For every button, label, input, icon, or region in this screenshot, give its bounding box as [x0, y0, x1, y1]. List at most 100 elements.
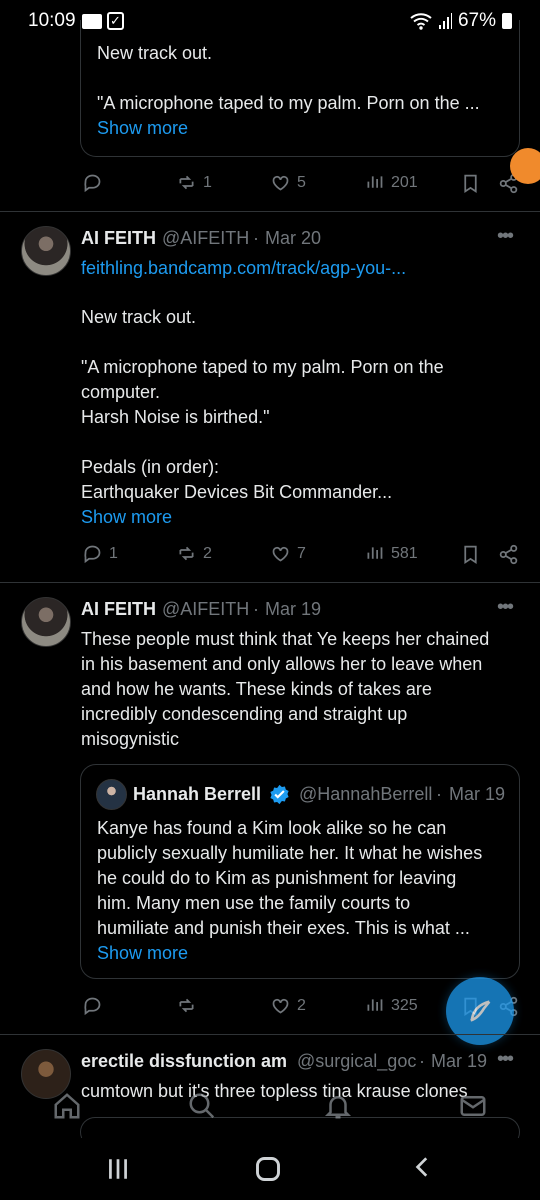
- like-count: 7: [297, 544, 306, 562]
- quoted-post-line: "A microphone taped to my palm. Porn on …: [97, 93, 480, 113]
- reply-button[interactable]: [82, 995, 109, 1016]
- repost-button[interactable]: 1: [176, 172, 212, 193]
- post-text-line: in his basement and only allows her to l…: [81, 654, 483, 674]
- post-link[interactable]: feithling.bandcamp.com/track/agp-you-...: [81, 256, 406, 281]
- like-icon: [272, 546, 289, 562]
- more-icon[interactable]: •••: [497, 1048, 514, 1071]
- like-icon: [272, 998, 289, 1014]
- home-nav-icon[interactable]: [254, 1155, 282, 1183]
- app-tab-bar: [0, 1083, 540, 1138]
- author-name[interactable]: AI FEITH: [81, 228, 156, 249]
- show-more-link[interactable]: Show more: [97, 116, 188, 141]
- meta-separator: ·: [253, 599, 259, 619]
- avatar[interactable]: [21, 226, 71, 276]
- post-divider: [0, 1034, 540, 1035]
- view-count: 581: [391, 544, 418, 562]
- author-name[interactable]: AI FEITH: [81, 599, 156, 620]
- reply-icon: [84, 174, 101, 193]
- quoted-post-line: Kanye has found a Kim look alike so he c…: [97, 818, 447, 838]
- notifications-icon[interactable]: [323, 1091, 353, 1121]
- reply-count: 1: [109, 544, 118, 562]
- search-icon[interactable]: [187, 1091, 217, 1121]
- post-text-line: Harsh Noise is birthed.": [81, 407, 270, 427]
- quoted-post-line: publicly sexually humiliate her. It what…: [97, 843, 483, 863]
- like-button[interactable]: 2: [270, 995, 306, 1016]
- quoted-avatar: [96, 779, 127, 810]
- like-icon: [272, 175, 289, 191]
- post-actions: 1 5 201: [80, 170, 530, 198]
- reply-icon: [84, 997, 101, 1016]
- post-divider: [0, 211, 540, 212]
- meta-separator: ·: [253, 228, 259, 248]
- post-text-line: "A microphone taped to my palm. Porn on …: [81, 357, 444, 377]
- view-count: 201: [391, 173, 418, 191]
- repost-count: 2: [203, 544, 212, 562]
- quoted-post-line: he could do to Kim as punishment for lea…: [97, 868, 457, 888]
- view-count: 325: [391, 996, 418, 1014]
- verified-badge-icon: [270, 784, 289, 805]
- views-button[interactable]: 325: [364, 995, 418, 1016]
- quoted-post-card[interactable]: Hannah Berrell @HannahBerrell · Mar 19 K…: [80, 764, 520, 979]
- post-text-line: Earthquaker Devices Bit Commander...: [81, 482, 393, 502]
- reply-button[interactable]: 1: [82, 543, 118, 564]
- post-date: Mar 19: [265, 599, 322, 619]
- repost-icon: [179, 998, 194, 1013]
- post-text-line: These people must think that Ye keeps he…: [81, 629, 490, 649]
- post-text-line: New track out.: [81, 307, 197, 327]
- like-button[interactable]: 5: [270, 172, 306, 193]
- post-date: Mar 19: [431, 1051, 488, 1071]
- quoted-meta-separator: ·: [436, 784, 442, 804]
- author-handle[interactable]: @AIFEITH: [162, 599, 249, 620]
- author-handle[interactable]: @surgical_goc: [297, 1051, 416, 1072]
- avatar[interactable]: [21, 597, 71, 647]
- repost-button[interactable]: 2: [176, 543, 212, 564]
- post-divider: [0, 582, 540, 583]
- views-button[interactable]: 581: [364, 543, 418, 564]
- author-handle[interactable]: @AIFEITH: [162, 228, 249, 249]
- recent-apps-icon[interactable]: [105, 1156, 131, 1182]
- like-count: 5: [297, 173, 306, 191]
- post-text-line: misogynistic: [81, 729, 180, 749]
- share-icon[interactable]: [498, 544, 519, 565]
- bookmark-icon[interactable]: [460, 173, 481, 194]
- post-text-line: Pedals (in order):: [81, 457, 220, 477]
- show-more-link[interactable]: Show more: [81, 505, 172, 530]
- back-icon[interactable]: [410, 1154, 436, 1180]
- like-button[interactable]: 7: [270, 543, 306, 564]
- post-text-line: incredibly condescending and straight up: [81, 704, 408, 724]
- more-icon[interactable]: •••: [497, 596, 514, 619]
- post-text-line: computer.: [81, 382, 161, 402]
- post-text-line: and how he wants. These kinds of takes a…: [81, 679, 432, 699]
- meta-separator: ·: [419, 1051, 425, 1071]
- quoted-post-line: him. Many men use the family courts to: [97, 893, 411, 913]
- repost-button[interactable]: [176, 995, 203, 1016]
- views-button[interactable]: 201: [364, 172, 418, 193]
- quoted-author-handle: @HannahBerrell: [299, 784, 433, 804]
- messages-icon[interactable]: [458, 1091, 488, 1121]
- reply-button[interactable]: [82, 172, 109, 193]
- post-actions: 1 2 7 581: [80, 541, 530, 569]
- views-icon: [367, 176, 383, 188]
- floating-camera-icon[interactable]: [510, 148, 540, 184]
- bookmark-icon[interactable]: [460, 544, 481, 565]
- repost-count: 1: [203, 173, 212, 191]
- system-navigation-bar: [0, 1138, 540, 1200]
- quoted-post-line: humiliate and punish their exes. This is…: [97, 918, 470, 938]
- views-icon: [367, 999, 383, 1011]
- repost-icon: [179, 546, 194, 561]
- status-time: 10:09: [28, 10, 76, 31]
- author-name[interactable]: erectile dissfunction am: [81, 1051, 291, 1072]
- views-icon: [367, 547, 383, 559]
- more-icon[interactable]: •••: [497, 225, 514, 248]
- like-count: 2: [297, 996, 306, 1014]
- quoted-author-name: Hannah Berrell: [133, 784, 262, 804]
- quoted-post-line: New track out.: [97, 43, 213, 63]
- show-more-link[interactable]: Show more: [97, 941, 188, 966]
- compose-icon: [470, 1000, 491, 1022]
- home-icon[interactable]: [52, 1091, 82, 1121]
- repost-icon: [179, 175, 194, 190]
- quoted-post-card[interactable]: New track out. "A microphone taped to my…: [80, 20, 520, 157]
- reply-icon: [84, 545, 101, 564]
- quoted-post-date: Mar 19: [449, 784, 506, 804]
- post-date: Mar 20: [265, 228, 322, 248]
